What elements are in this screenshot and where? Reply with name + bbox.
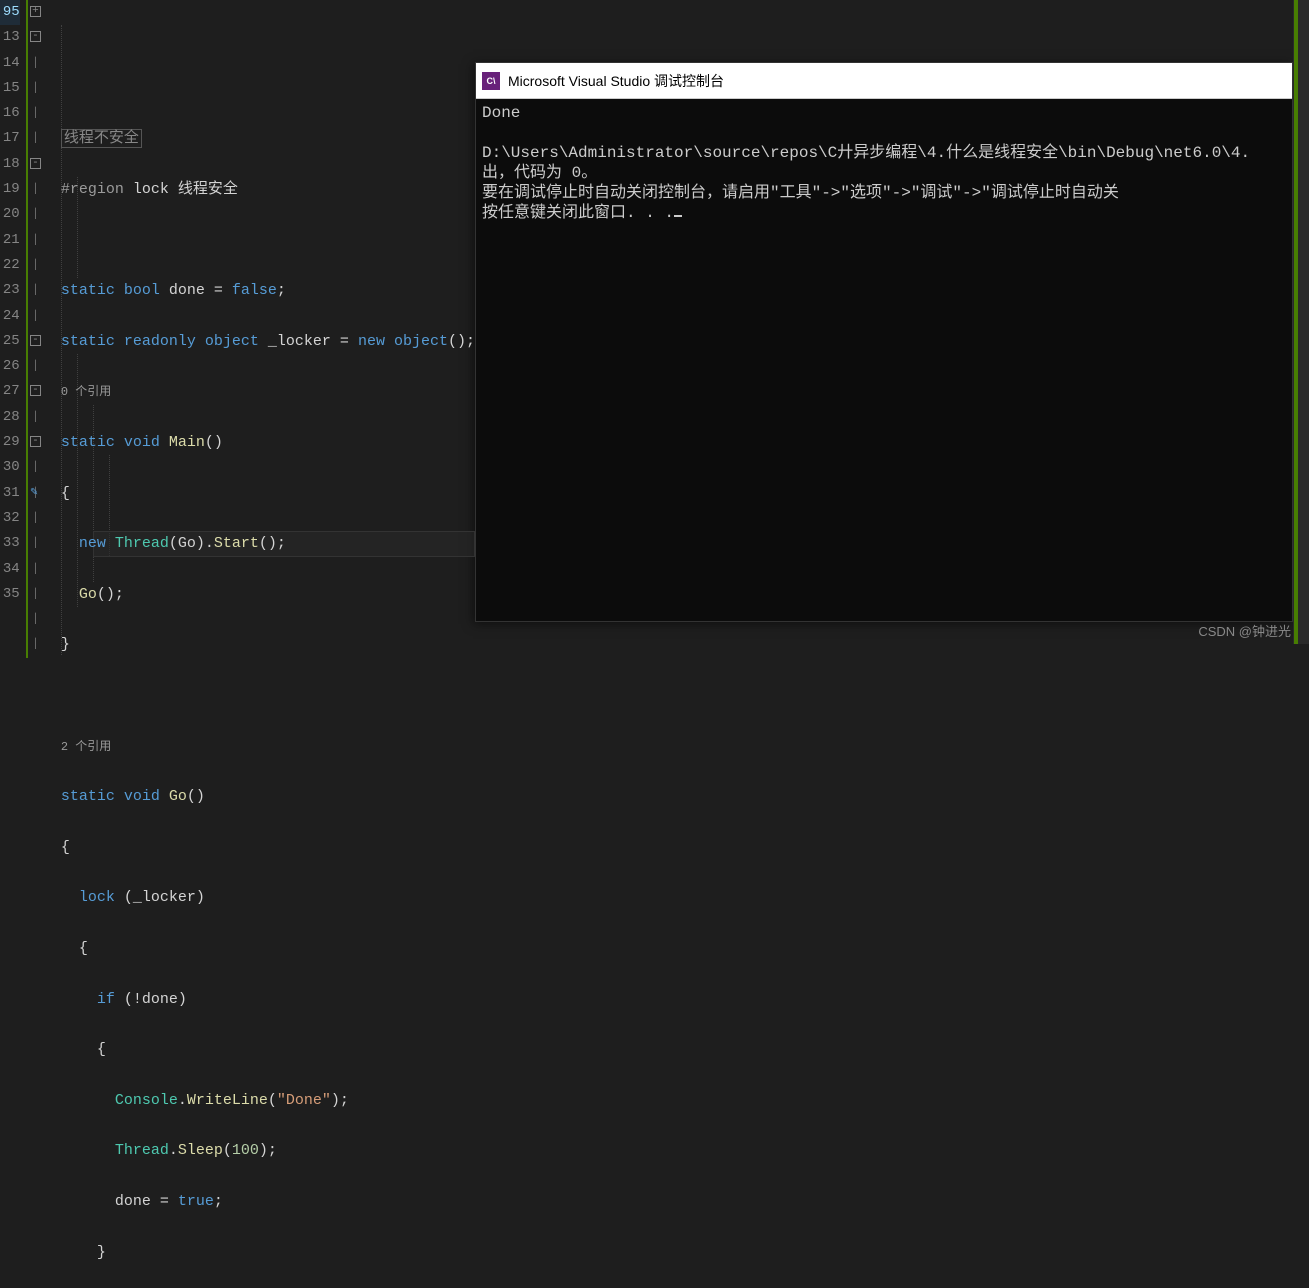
console-titlebar[interactable]: C\ Microsoft Visual Studio 调试控制台 (476, 63, 1292, 99)
visual-studio-icon: C\ (482, 72, 500, 90)
codelens-references[interactable]: 2 个引用 (61, 740, 111, 754)
watermark: CSDN @钟进光 (1198, 621, 1291, 640)
codelens-references[interactable]: 0 个引用 (61, 385, 111, 399)
console-title-text: Microsoft Visual Studio 调试控制台 (508, 71, 724, 91)
code-editor[interactable]: 95 13 14 15 16 17 18 19 20 21 22 23 24 2… (0, 0, 475, 644)
collapsed-region[interactable]: 线程不安全 (61, 129, 142, 148)
console-cursor (674, 215, 682, 217)
debug-console-window[interactable]: C\ Microsoft Visual Studio 调试控制台 Done D:… (475, 62, 1293, 622)
fold-minus-icon[interactable]: - (30, 158, 41, 169)
fold-minus-icon[interactable]: - (30, 335, 41, 346)
console-output[interactable]: Done D:\Users\Administrator\source\repos… (476, 99, 1292, 227)
vertical-scrollbar[interactable] (1293, 0, 1309, 644)
fold-minus-icon[interactable]: - (30, 436, 41, 447)
line-number-gutter: 95 13 14 15 16 17 18 19 20 21 22 23 24 2… (0, 0, 26, 644)
fold-gutter[interactable]: + - ││││ - ││││││ - │ - │ - ││││││││ (28, 0, 43, 644)
code-content[interactable]: 线程不安全 #region lock 线程安全 static bool done… (43, 0, 475, 644)
fold-minus-icon[interactable]: - (30, 31, 41, 42)
fold-minus-icon[interactable]: - (30, 385, 41, 396)
edit-icon: ✎ (30, 481, 38, 506)
fold-plus-icon[interactable]: + (30, 6, 41, 17)
